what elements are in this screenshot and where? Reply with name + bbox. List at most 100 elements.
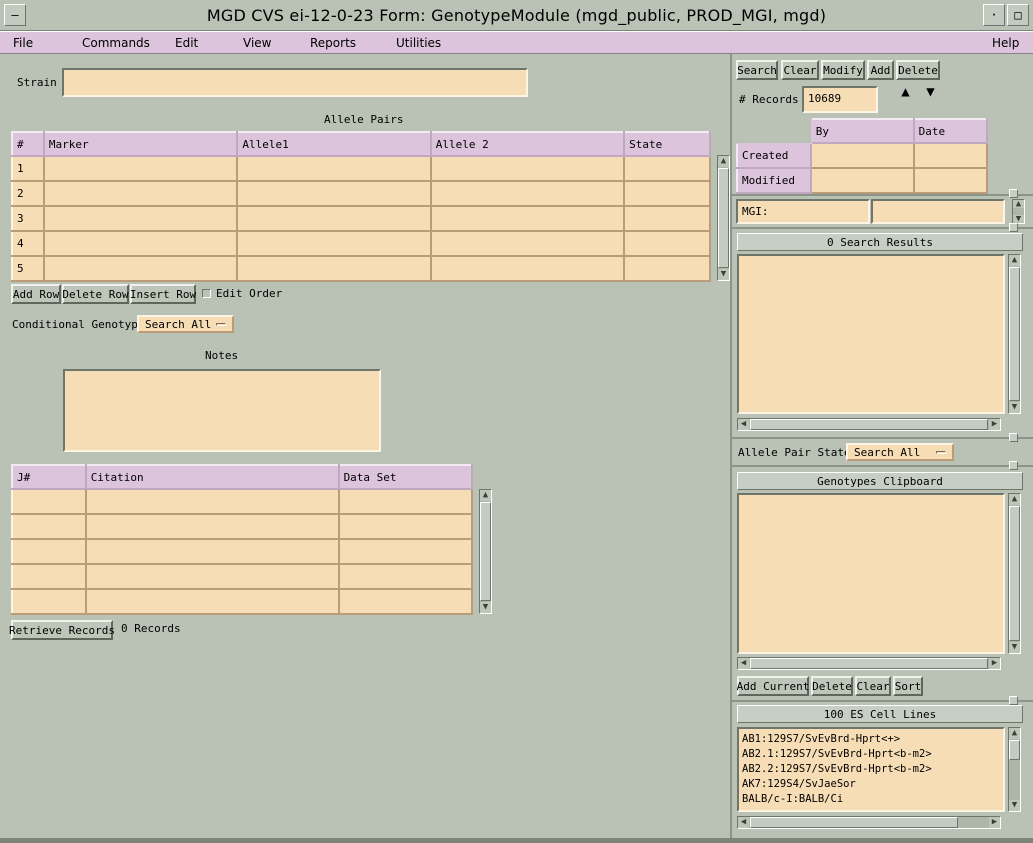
menu-help[interactable]: Help: [992, 36, 1019, 50]
pane-sash[interactable]: [1009, 189, 1018, 198]
list-item[interactable]: BALB/c-I:BALB/Ci: [742, 792, 1003, 807]
dataset-cell[interactable]: [337, 563, 474, 590]
allele1-cell[interactable]: [236, 180, 432, 207]
clipboard-vscroll[interactable]: ▲ ▼: [1008, 493, 1021, 654]
allele2-cell[interactable]: [429, 230, 626, 257]
scroll-thumb[interactable]: [1009, 740, 1020, 760]
clipboard-clear-button[interactable]: Clear: [855, 676, 891, 696]
allele1-cell[interactable]: [236, 205, 432, 232]
scroll-up-icon[interactable]: ▲: [1009, 728, 1020, 739]
menu-utilities[interactable]: Utilities: [396, 36, 441, 50]
clipboard-sort-button[interactable]: Sort: [893, 676, 923, 696]
menu-view[interactable]: View: [243, 36, 271, 50]
scroll-thumb[interactable]: [1009, 267, 1020, 401]
clipboard-list[interactable]: [737, 493, 1005, 654]
search-results-list[interactable]: [737, 254, 1005, 414]
scroll-down-icon[interactable]: ▼: [480, 602, 491, 613]
citation-cell[interactable]: [84, 513, 340, 540]
allele-pair-state-select[interactable]: Search All: [846, 443, 954, 461]
menu-file[interactable]: File: [13, 36, 33, 50]
scroll-down-icon[interactable]: ▼: [1009, 800, 1020, 811]
pane-divider[interactable]: [730, 54, 732, 843]
marker-cell[interactable]: [42, 230, 239, 257]
scroll-thumb[interactable]: [718, 168, 729, 268]
allele1-cell[interactable]: [236, 255, 432, 282]
conditional-genotype-select[interactable]: Search All: [137, 315, 234, 333]
scroll-left-icon[interactable]: ◀: [738, 658, 749, 669]
es-cell-lines-hscroll[interactable]: ◀ ▶: [737, 816, 1001, 829]
search-results-hscroll[interactable]: ◀ ▶: [737, 418, 1001, 431]
add-button[interactable]: Add: [867, 60, 894, 80]
es-cell-lines-list[interactable]: AB1:129S7/SvEvBrd-Hprt<+> AB2.1:129S7/Sv…: [737, 727, 1005, 812]
scroll-up-icon[interactable]: ▲: [1009, 255, 1020, 266]
jnum-cell[interactable]: [11, 488, 87, 515]
mgi-name-field[interactable]: [871, 199, 1005, 224]
menu-reports[interactable]: Reports: [310, 36, 356, 50]
scroll-up-icon[interactable]: ▲: [718, 156, 729, 167]
list-item[interactable]: AB2.2:129S7/SvEvBrd-Hprt<b-m2>: [742, 762, 1003, 777]
pane-sash[interactable]: [1009, 696, 1018, 705]
jnum-cell[interactable]: [11, 563, 87, 590]
menu-commands[interactable]: Commands: [82, 36, 150, 50]
allele2-cell[interactable]: [429, 255, 626, 282]
scroll-left-icon[interactable]: ◀: [738, 817, 749, 828]
menu-edit[interactable]: Edit: [175, 36, 198, 50]
mgi-id-field[interactable]: MGI:: [736, 199, 870, 224]
scroll-up-icon[interactable]: ▲: [480, 490, 491, 501]
scroll-thumb[interactable]: [480, 502, 491, 601]
scroll-thumb[interactable]: [750, 658, 988, 669]
scroll-right-icon[interactable]: ▶: [989, 817, 1000, 828]
citation-cell[interactable]: [84, 538, 340, 565]
marker-cell[interactable]: [42, 180, 239, 207]
scroll-down-icon[interactable]: ▼: [1009, 642, 1020, 653]
scroll-down-icon[interactable]: ▼: [718, 269, 729, 280]
state-cell[interactable]: [623, 255, 711, 282]
pane-sash[interactable]: [1009, 461, 1018, 470]
delete-button[interactable]: Delete: [896, 60, 940, 80]
notes-textarea[interactable]: [63, 369, 381, 452]
clear-button[interactable]: Clear: [781, 60, 819, 80]
modify-button[interactable]: Modify: [821, 60, 865, 80]
jnum-cell[interactable]: [11, 538, 87, 565]
scroll-thumb[interactable]: [750, 817, 958, 828]
allele-pairs-scrollbar[interactable]: ▲ ▼: [717, 155, 730, 281]
dataset-cell[interactable]: [337, 588, 474, 615]
pane-sash[interactable]: [1009, 433, 1018, 442]
state-cell[interactable]: [623, 155, 711, 182]
scroll-up-icon[interactable]: ▲: [1013, 200, 1024, 209]
scroll-left-icon[interactable]: ◀: [738, 419, 749, 430]
clipboard-hscroll[interactable]: ◀ ▶: [737, 657, 1001, 670]
insert-row-button[interactable]: Insert Row: [130, 284, 196, 304]
list-item[interactable]: AB1:129S7/SvEvBrd-Hprt<+>: [742, 732, 1003, 747]
mgi-scrollbar[interactable]: ▲ ▼: [1012, 199, 1025, 224]
dataset-cell[interactable]: [337, 488, 474, 515]
state-cell[interactable]: [623, 230, 711, 257]
allele1-cell[interactable]: [236, 155, 432, 182]
scroll-down-icon[interactable]: ▼: [1009, 402, 1020, 413]
delete-row-button[interactable]: Delete Row: [62, 284, 129, 304]
retrieve-records-button[interactable]: Retrieve Records: [9, 620, 115, 640]
search-results-vscroll[interactable]: ▲ ▼: [1008, 254, 1021, 414]
list-item[interactable]: AK7:129S4/SvJaeSor: [742, 777, 1003, 792]
records-count-field[interactable]: 10689: [802, 86, 878, 113]
list-item[interactable]: AB2.1:129S7/SvEvBrd-Hprt<b-m2>: [742, 747, 1003, 762]
search-button[interactable]: Search: [736, 60, 778, 80]
scroll-right-icon[interactable]: ▶: [989, 658, 1000, 669]
scroll-up-icon[interactable]: ▲: [1009, 494, 1020, 505]
next-record-arrow-icon[interactable]: ▼: [922, 84, 939, 101]
marker-cell[interactable]: [42, 255, 239, 282]
citation-cell[interactable]: [84, 563, 340, 590]
strain-input[interactable]: [62, 68, 528, 97]
jnum-cell[interactable]: [11, 513, 87, 540]
allele2-cell[interactable]: [429, 180, 626, 207]
allele2-cell[interactable]: [429, 155, 626, 182]
marker-cell[interactable]: [42, 155, 239, 182]
citation-cell[interactable]: [84, 588, 340, 615]
allele2-cell[interactable]: [429, 205, 626, 232]
dataset-cell[interactable]: [337, 513, 474, 540]
state-cell[interactable]: [623, 180, 711, 207]
scroll-thumb[interactable]: [750, 419, 988, 430]
previous-record-arrow-icon[interactable]: ▲: [897, 84, 914, 101]
state-cell[interactable]: [623, 205, 711, 232]
add-current-button[interactable]: Add Current: [737, 676, 809, 696]
